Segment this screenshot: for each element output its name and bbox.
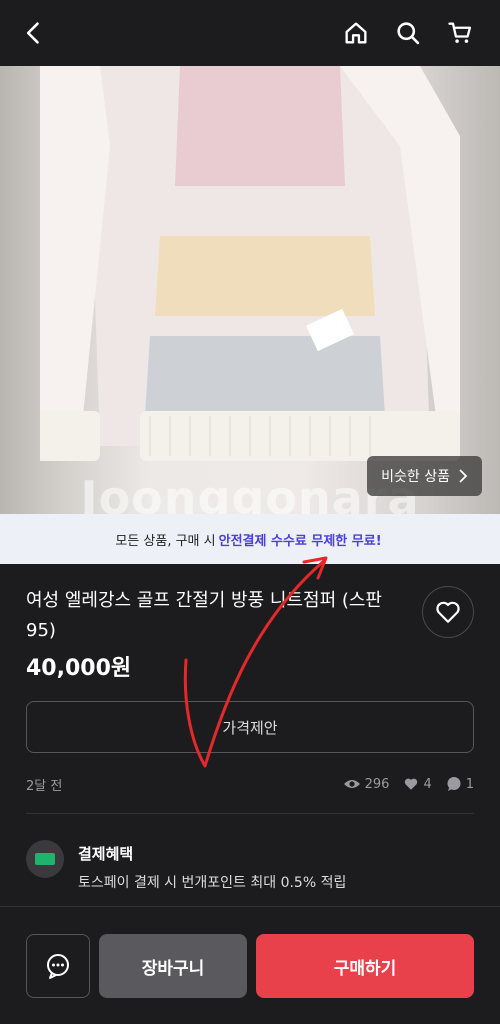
benefit-title: 결제혜택 xyxy=(78,845,134,863)
similar-items-button[interactable]: 비슷한 상품 xyxy=(367,456,482,496)
buy-button[interactable]: 구매하기 xyxy=(256,934,474,998)
like-count: 4 xyxy=(423,776,432,792)
home-button[interactable] xyxy=(336,13,376,53)
top-bar xyxy=(0,0,500,66)
chat-icon xyxy=(47,954,69,979)
banner-prefix: 모든 상품, 구매 시 xyxy=(115,533,216,549)
divider xyxy=(26,813,474,814)
bottom-action-bar: 장바구니 구매하기 xyxy=(0,906,500,1024)
banner-highlight: 안전결제 수수료 무제한 무료! xyxy=(218,533,382,549)
cart-icon xyxy=(448,22,472,43)
promo-banner[interactable]: 모든 상품, 구매 시 안전결제 수수료 무제한 무료! xyxy=(0,514,500,564)
heart-icon xyxy=(436,601,460,623)
price-offer-label: 가격제안 xyxy=(222,718,278,737)
chat-small-icon xyxy=(447,777,461,791)
chat-button[interactable] xyxy=(26,934,90,998)
like-button[interactable] xyxy=(422,586,474,638)
jacket-image xyxy=(40,66,460,461)
search-button[interactable] xyxy=(388,13,428,53)
back-button[interactable] xyxy=(14,13,54,53)
back-icon xyxy=(26,22,39,44)
chevron-right-icon xyxy=(459,469,468,483)
search-icon xyxy=(397,22,420,45)
heart-small-icon xyxy=(405,778,418,790)
product-title: 여성 엘레강스 골프 간절기 방풍 니트점퍼 (스판95) xyxy=(26,590,382,641)
similar-items-label: 비슷한 상품 xyxy=(381,469,450,485)
add-to-cart-button[interactable]: 장바구니 xyxy=(99,934,247,998)
home-icon xyxy=(345,22,367,44)
buy-label: 구매하기 xyxy=(333,958,397,979)
eye-icon xyxy=(343,780,360,788)
benefit-desc: 토스페이 결제 시 번개포인트 최대 0.5% 적립 xyxy=(78,875,347,891)
product-image[interactable]: Joonggonara 비슷한 상품 xyxy=(0,66,500,514)
chat-count: 1 xyxy=(465,776,474,792)
view-count: 296 xyxy=(364,776,390,792)
product-price: 40,000원 xyxy=(26,656,132,681)
payment-benefit-icon xyxy=(26,840,64,878)
price-offer-button[interactable]: 가격제안 xyxy=(26,701,474,753)
product-stats: 296 4 1 xyxy=(343,776,474,792)
product-meta: 2달 전 296 4 1 xyxy=(26,774,474,794)
cart-button[interactable] xyxy=(440,13,480,53)
posted-time: 2달 전 xyxy=(26,778,63,794)
cart-label: 장바구니 xyxy=(141,958,205,979)
